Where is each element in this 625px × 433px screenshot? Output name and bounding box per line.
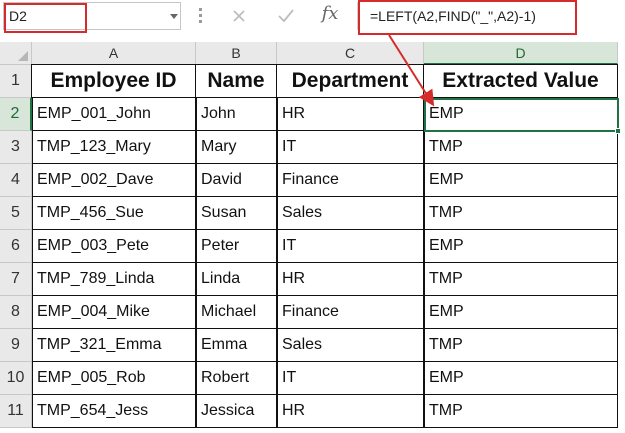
fill-handle[interactable] [615, 128, 621, 134]
cell-b2[interactable]: John [196, 98, 277, 131]
cell-c3[interactable]: IT [277, 131, 424, 164]
enter-icon[interactable] [276, 5, 296, 27]
row-header-6[interactable]: 6 [0, 230, 32, 263]
column-header-d[interactable]: D [424, 42, 618, 65]
row-header-11[interactable]: 11 [0, 395, 32, 428]
cell-b11[interactable]: Jessica [196, 395, 277, 428]
cell-a7[interactable]: TMP_789_Linda [32, 263, 196, 296]
cell-d8[interactable]: EMP [424, 296, 618, 329]
cell-a8[interactable]: EMP_004_Mike [32, 296, 196, 329]
cell-d11[interactable]: TMP [424, 395, 618, 428]
row-header-3[interactable]: 3 [0, 131, 32, 164]
cell-d5[interactable]: TMP [424, 197, 618, 230]
cell-b5[interactable]: Susan [196, 197, 277, 230]
cell-d3[interactable]: TMP [424, 131, 618, 164]
cell-c11[interactable]: HR [277, 395, 424, 428]
row-header-2[interactable]: 2 [0, 98, 32, 131]
drag-handle-icon[interactable] [199, 8, 203, 24]
cell-c10[interactable]: IT [277, 362, 424, 395]
column-header-b[interactable]: B [196, 42, 277, 65]
cell-b8[interactable]: Michael [196, 296, 277, 329]
cell-a10[interactable]: EMP_005_Rob [32, 362, 196, 395]
cell-d10[interactable]: EMP [424, 362, 618, 395]
cell-a11[interactable]: TMP_654_Jess [32, 395, 196, 428]
cell-d6[interactable]: EMP [424, 230, 618, 263]
cell-a9[interactable]: TMP_321_Emma [32, 329, 196, 362]
formula-callout [358, 0, 577, 35]
cell-a5[interactable]: TMP_456_Sue [32, 197, 196, 230]
cell-c4[interactable]: Finance [277, 164, 424, 197]
cell-c9[interactable]: Sales [277, 329, 424, 362]
cell-d7[interactable]: TMP [424, 263, 618, 296]
cell-c5[interactable]: Sales [277, 197, 424, 230]
header-cell-a[interactable]: Employee ID [31, 64, 196, 98]
cell-d2[interactable]: EMP [424, 98, 618, 131]
cell-d4[interactable]: EMP [424, 164, 618, 197]
column-header-c[interactable]: C [277, 42, 424, 65]
function-icon[interactable]: fx [320, 3, 340, 25]
column-header-a[interactable]: A [32, 42, 196, 65]
cell-b6[interactable]: Peter [196, 230, 277, 263]
cell-a4[interactable]: EMP_002_Dave [32, 164, 196, 197]
row-header-1[interactable]: 1 [0, 65, 32, 98]
cell-c2[interactable]: HR [277, 98, 424, 131]
row-header-9[interactable]: 9 [0, 329, 32, 362]
cell-a3[interactable]: TMP_123_Mary [32, 131, 196, 164]
cell-c7[interactable]: HR [277, 263, 424, 296]
row-header-4[interactable]: 4 [0, 164, 32, 197]
dropdown-arrow-icon[interactable] [170, 14, 178, 19]
row-header-10[interactable]: 10 [0, 362, 32, 395]
row-header-7[interactable]: 7 [0, 263, 32, 296]
cell-b10[interactable]: Robert [196, 362, 277, 395]
select-all-corner[interactable] [0, 42, 32, 65]
cell-c6[interactable]: IT [277, 230, 424, 263]
cell-b3[interactable]: Mary [196, 131, 277, 164]
formula-bar: D2 fx =LEFT(A2,FIND("_",A2)-1) [0, 0, 625, 38]
header-cell-b[interactable]: Name [195, 64, 277, 98]
cell-b4[interactable]: David [196, 164, 277, 197]
cell-a6[interactable]: EMP_003_Pete [32, 230, 196, 263]
cancel-icon[interactable] [229, 5, 249, 27]
header-cell-d[interactable]: Extracted Value [423, 64, 618, 98]
cell-c8[interactable]: Finance [277, 296, 424, 329]
cell-b7[interactable]: Linda [196, 263, 277, 296]
header-cell-c[interactable]: Department [276, 64, 424, 98]
cell-b9[interactable]: Emma [196, 329, 277, 362]
row-header-5[interactable]: 5 [0, 197, 32, 230]
cell-a2[interactable]: EMP_001_John [32, 98, 196, 131]
name-box-callout [4, 3, 87, 33]
cell-d9[interactable]: TMP [424, 329, 618, 362]
row-header-8[interactable]: 8 [0, 296, 32, 329]
